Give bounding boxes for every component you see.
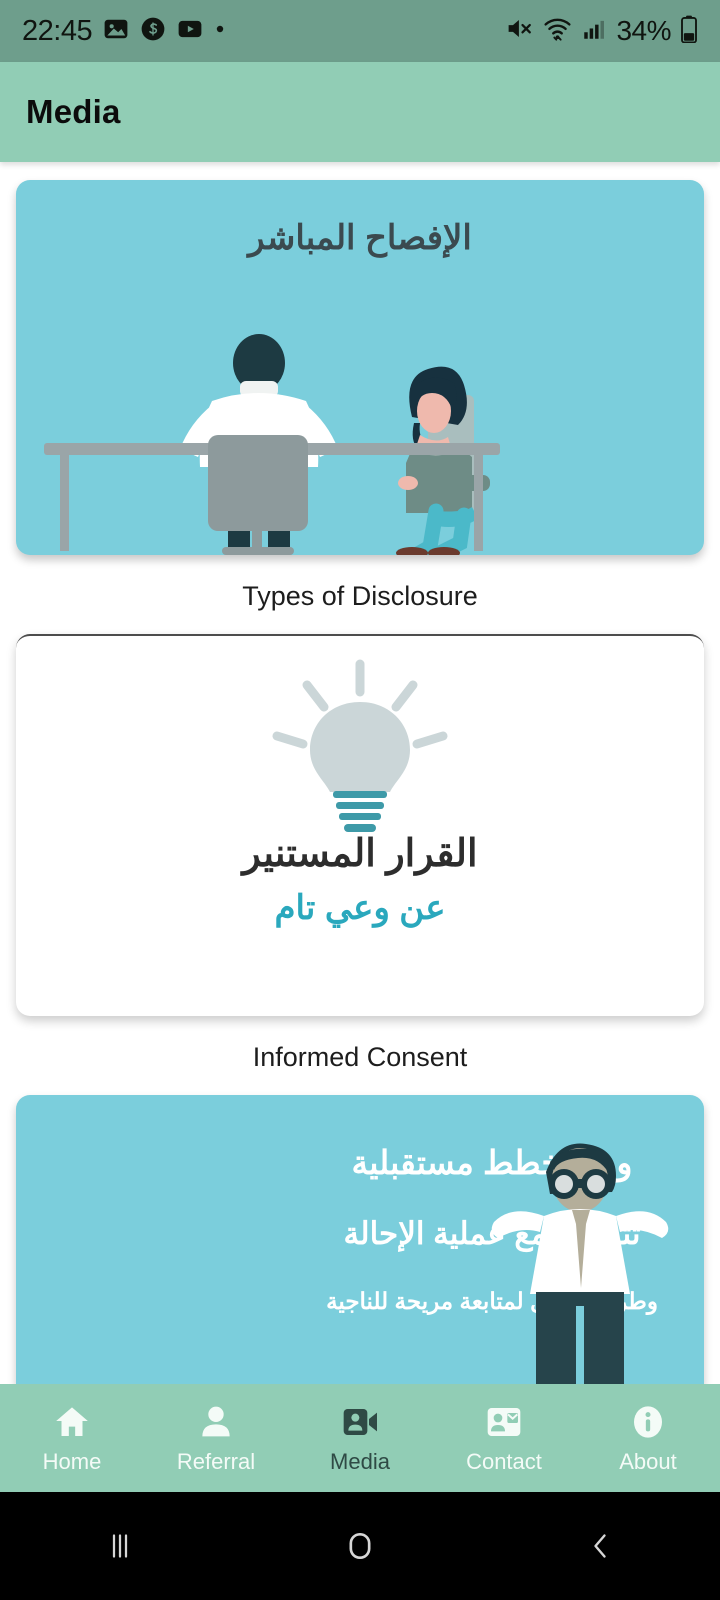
nav-item-referral[interactable]: Referral (144, 1384, 288, 1492)
battery-percent-label: 34% (616, 15, 671, 46)
info-icon (634, 1405, 662, 1438)
media-card-types-of-disclosure[interactable]: الإفصاح المباشر (16, 180, 704, 555)
lightbulb-wrap (16, 658, 704, 833)
nav-label-media: Media (330, 1448, 390, 1474)
bottom-navigation: Home Referral Media Contact About (0, 1384, 720, 1492)
back-icon (594, 1534, 606, 1558)
card2-arabic-line1: القرار المستنير (242, 833, 478, 875)
status-bar-right: 34% (505, 14, 698, 48)
home-button[interactable] (240, 1526, 480, 1566)
contact-card-icon (487, 1407, 521, 1436)
back-button[interactable] (480, 1528, 720, 1564)
phone-screen: 22:45 34% Media الإفصاح المباشر Types of… (0, 0, 720, 1600)
home-icon (56, 1406, 88, 1436)
gallery-icon (103, 16, 129, 47)
media-card-future-plans[interactable]: وضع خطط مستقبلية تترافق مع عملية الإحالة… (16, 1095, 704, 1384)
nav-label-referral: Referral (176, 1448, 256, 1474)
status-clock: 22:45 (22, 14, 93, 47)
recents-icon (112, 1534, 128, 1558)
page-title: Media (26, 93, 121, 130)
video-user-icon (343, 1408, 377, 1435)
card1-caption: Types of Disclosure (242, 581, 478, 611)
android-system-nav (0, 1492, 720, 1600)
nav-item-media[interactable]: Media (288, 1384, 432, 1492)
nav-item-home[interactable]: Home (0, 1384, 144, 1492)
mute-icon (505, 14, 534, 48)
doctor-patient-desk-illustration (44, 334, 500, 555)
nav-label-home: Home (42, 1448, 102, 1474)
app-bar: Media (0, 62, 720, 162)
person-icon (202, 1406, 230, 1436)
lightbulb-icon (272, 659, 448, 832)
wifi-icon (543, 14, 572, 48)
recents-button[interactable] (0, 1528, 240, 1564)
battery-icon (680, 15, 698, 48)
media-card-informed-consent[interactable]: القرار المستنير عن وعي تام (16, 634, 704, 1016)
nav-item-about[interactable]: About (576, 1384, 720, 1492)
more-dot-icon (214, 22, 226, 40)
card2-arabic-line2: عن وعي تام (274, 889, 446, 927)
status-bar: 22:45 34% (0, 0, 720, 62)
s-app-icon (140, 16, 166, 47)
man-with-binoculars-illustration (491, 1143, 669, 1384)
home-circle-icon (349, 1533, 371, 1559)
nav-label-about: About (619, 1448, 677, 1474)
nav-label-contact: Contact (466, 1448, 542, 1474)
signal-icon (581, 16, 607, 47)
nav-item-contact[interactable]: Contact (432, 1384, 576, 1492)
card2-caption: Informed Consent (252, 1042, 468, 1072)
status-bar-left: 22:45 (22, 15, 226, 48)
card1-arabic-title: الإفصاح المباشر (248, 219, 472, 257)
youtube-icon (177, 16, 203, 47)
media-list-scroll[interactable]: الإفصاح المباشر Types of Disclosure القر… (0, 162, 720, 1384)
